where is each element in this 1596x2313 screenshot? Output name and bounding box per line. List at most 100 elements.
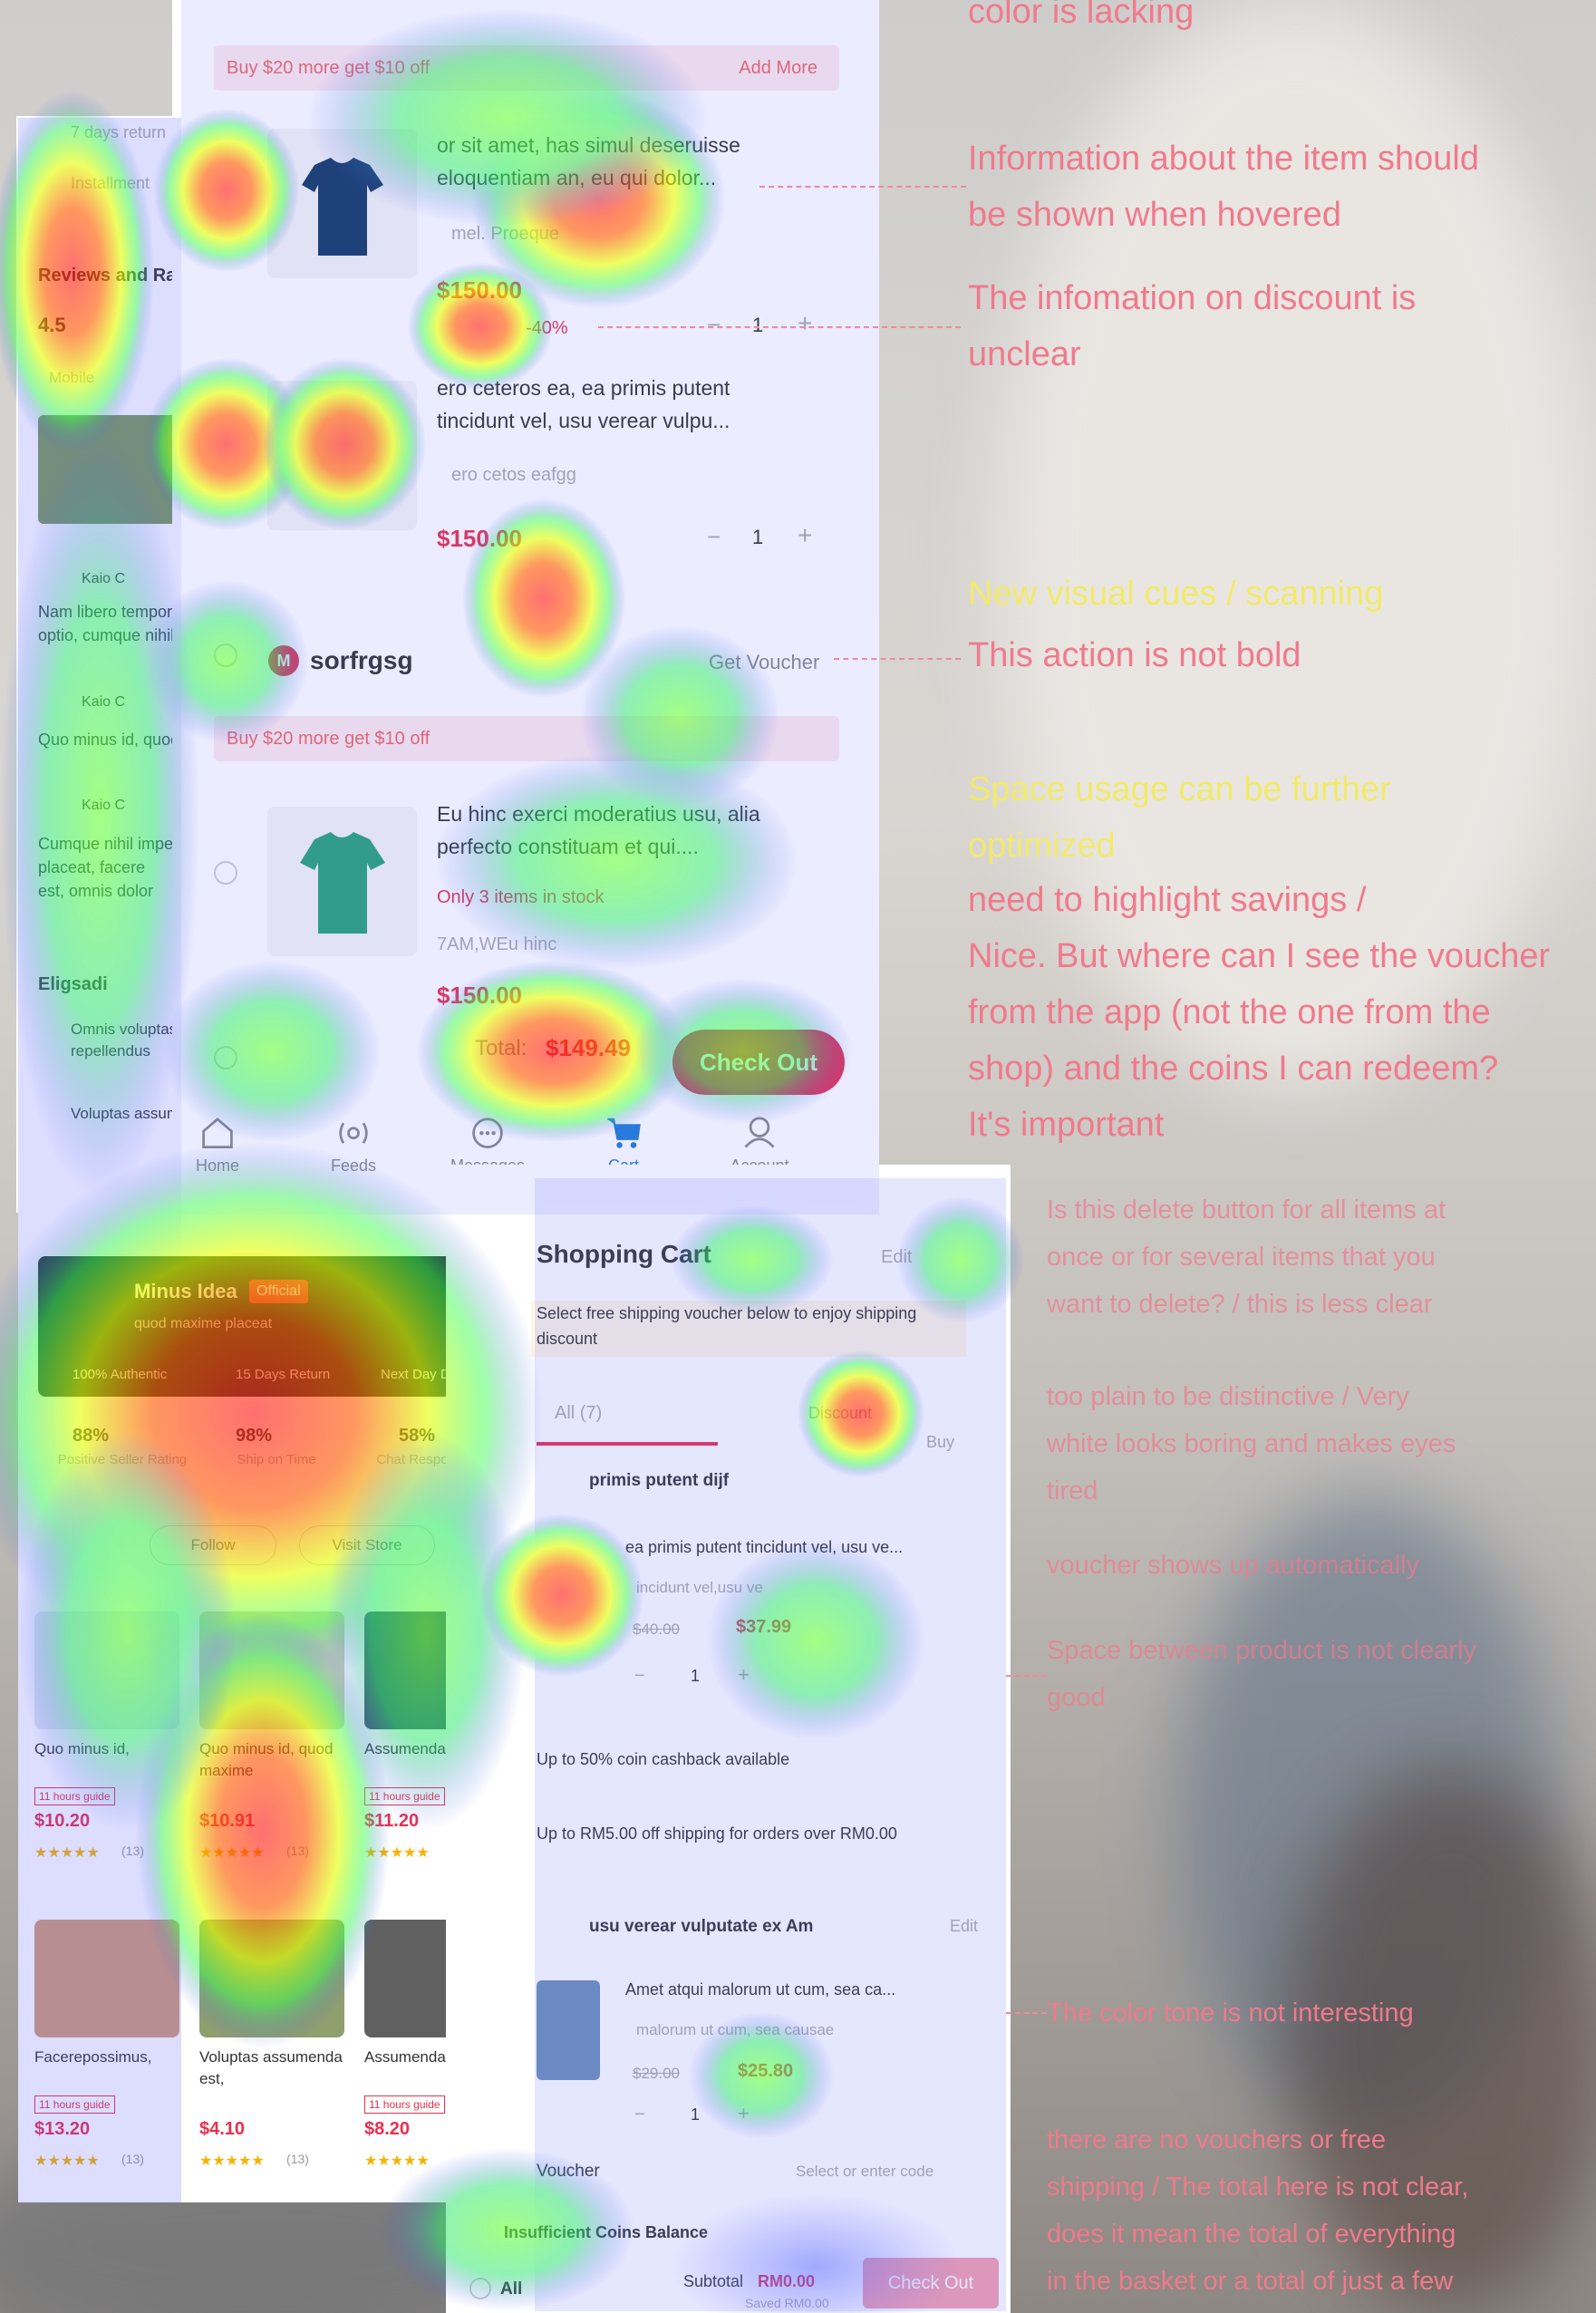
product-title[interactable]: Quo minus id,	[34, 1738, 185, 1760]
product-image[interactable]	[34, 1611, 179, 1729]
shop-name[interactable]: primis putent dijf	[589, 1464, 729, 1497]
annotation-note: too plain to be distinctive / Very	[1047, 1382, 1409, 1411]
visit-store-button[interactable]: Visit Store	[299, 1525, 435, 1565]
item-title[interactable]: tincidunt vel, usu verear vulpu...	[437, 404, 730, 438]
get-voucher-link[interactable]: Get Voucher	[709, 645, 819, 679]
product-title[interactable]: Voluptas assumenda est,	[199, 2047, 350, 2090]
cart-item: ero ceteros ea, ea primis putent tincidu…	[172, 372, 879, 580]
product-image[interactable]	[267, 381, 417, 530]
product-image[interactable]	[199, 1611, 344, 1729]
tab-home[interactable]: Home	[172, 1111, 272, 1176]
product-tag: 11 hours guide	[34, 1787, 115, 1805]
qty-plus-button[interactable]: +	[738, 1658, 750, 1691]
qty-minus-button[interactable]: −	[634, 1660, 645, 1693]
eligible-text[interactable]: Omnis voluptas	[71, 1019, 177, 1040]
tab-discount[interactable]: Discount	[808, 1397, 872, 1430]
annotation-note: good	[1047, 1683, 1106, 1712]
shop-name[interactable]: sorfrgsg	[310, 644, 413, 677]
shipping-notice-text: discount	[537, 1330, 598, 1348]
shop-promo-banner: Buy $20 more get $10 off Add More	[214, 45, 839, 91]
cashback-info[interactable]: Up to 50% coin cashback available	[537, 1743, 789, 1776]
item-title[interactable]: Eu hinc exerci moderatius usu, alia	[437, 798, 760, 831]
item-select-checkbox[interactable]	[214, 861, 237, 885]
qty-value[interactable]: 1	[691, 2098, 700, 2132]
product-card[interactable]: Voluptas assumenda est, $4.10 ★★★★★ (13)	[196, 1902, 352, 2192]
item-title[interactable]: ea primis putent tincidunt vel, usu ve..…	[625, 1531, 903, 1564]
variant-selector[interactable]: ero cetos eafgg	[451, 459, 576, 492]
product-price: $13.20	[34, 2119, 91, 2139]
total-value: $149.49	[546, 1034, 631, 1061]
review-photo[interactable]	[38, 415, 192, 524]
stat-label: Ship on Time	[237, 1452, 316, 1467]
product-image[interactable]	[267, 807, 417, 956]
voucher-hint[interactable]: Select or enter code	[796, 2154, 933, 2188]
edit-button[interactable]: Edit	[881, 1241, 912, 1274]
review-user: Kaio C	[82, 798, 126, 813]
shipping-notice-text: Select free shipping voucher below to en…	[537, 1304, 917, 1322]
item-title[interactable]: perfecto constituam et qui....	[437, 830, 699, 864]
voucher-label[interactable]: Voucher	[537, 2154, 600, 2188]
product-image[interactable]	[537, 1980, 600, 2080]
product-card[interactable]: Quo minus id, quod maxime $10.91 ★★★★★ (13)	[196, 1593, 352, 1883]
stock-warning: Only 3 items in stock	[437, 887, 605, 907]
qty-plus-button[interactable]: +	[798, 306, 812, 340]
product-title[interactable]: Quo minus id, quod maxime	[199, 1738, 350, 1782]
home-icon	[202, 1117, 233, 1148]
product-image[interactable]	[34, 1920, 179, 2037]
annotation-note: tired	[1047, 1476, 1098, 1505]
item-title[interactable]: or sit amet, has simul deseruisse	[437, 129, 740, 162]
checkout-button[interactable]: Check Out	[672, 1030, 845, 1095]
annotation-note: unclear	[968, 335, 1081, 373]
select-all-checkbox[interactable]	[214, 1046, 237, 1069]
variant-selector[interactable]: 7AM,WEu hinc	[437, 928, 556, 962]
variant-selector[interactable]: malorum ut cum, sea causae	[636, 2013, 834, 2047]
qty-plus-button[interactable]: +	[738, 2096, 750, 2130]
product-card[interactable]: Facerepossimus, 11 hours guide $13.20 ★★★★★…	[31, 1902, 187, 2192]
follow-button[interactable]: Follow	[150, 1525, 276, 1565]
qty-plus-button[interactable]: +	[798, 518, 812, 552]
review-count: (13)	[121, 1844, 144, 1858]
eligible-text[interactable]: repellendus	[71, 1040, 150, 1062]
edit-button[interactable]: Edit	[950, 1910, 978, 1943]
add-more-link[interactable]: Add More	[739, 45, 817, 91]
annotation-note: optimized	[968, 827, 1116, 865]
qty-value[interactable]: 1	[752, 308, 763, 342]
saved-text: Saved RM0.00	[745, 2296, 829, 2310]
product-card[interactable]: Quo minus id, 11 hours guide $10.20 ★★★★★ (1…	[31, 1593, 187, 1883]
option-text: Installment	[71, 174, 150, 192]
variant-selector[interactable]: incidunt vel,usu ve	[636, 1571, 763, 1604]
review-filter[interactable]: Mobile	[49, 361, 94, 394]
variant-selector[interactable]: mel. Proeque	[451, 218, 559, 251]
shop-name[interactable]: usu verear vulputate ex Am	[589, 1910, 813, 1943]
annotation-note: voucher shows up automatically	[1047, 1551, 1420, 1580]
product-title[interactable]: Facerepossimus,	[34, 2047, 185, 2068]
qty-value[interactable]: 1	[691, 1660, 700, 1693]
product-price: $10.20	[34, 1811, 91, 1831]
tab-label: Home	[195, 1156, 239, 1175]
rating-stars: ★★★★★	[364, 2153, 430, 2169]
item-title[interactable]: Amet atqui malorum ut cum, sea ca...	[625, 1973, 895, 2007]
item-title[interactable]: eloquentiam an, eu qui dolor...	[437, 161, 716, 195]
shipping-info[interactable]: Up to RM5.00 off shipping for orders ove…	[537, 1817, 897, 1851]
annotation-note: New visual cues / scanning	[968, 575, 1384, 613]
review-text: Nam libero tempore	[38, 603, 182, 621]
review-count: (13)	[286, 1844, 309, 1858]
annotation-note: This action is not bold	[968, 636, 1301, 674]
tab-buy[interactable]: Buy	[926, 1426, 954, 1459]
item-title[interactable]: ero ceteros ea, ea primis putent	[437, 372, 730, 405]
qty-minus-button[interactable]: −	[634, 2098, 645, 2132]
tab-all[interactable]: All (7)	[555, 1397, 602, 1430]
coins-info: Insufficient Coins Balance	[504, 2223, 709, 2241]
qty-minus-button[interactable]: −	[707, 308, 721, 342]
checkout-button[interactable]: Check Out	[863, 2258, 999, 2308]
product-image[interactable]	[199, 1920, 344, 2037]
old-price: $40.00	[633, 1621, 680, 1638]
qty-minus-button[interactable]: −	[707, 520, 721, 554]
tab-feeds[interactable]: Feeds	[299, 1111, 408, 1176]
annotation-note: Is this delete button for all items at	[1047, 1195, 1446, 1224]
shop-select-checkbox[interactable]	[214, 644, 237, 667]
option-text: 7 days return	[71, 123, 167, 141]
product-image[interactable]	[267, 129, 417, 278]
qty-value[interactable]: 1	[752, 520, 763, 554]
select-all-checkbox[interactable]	[469, 2278, 491, 2299]
